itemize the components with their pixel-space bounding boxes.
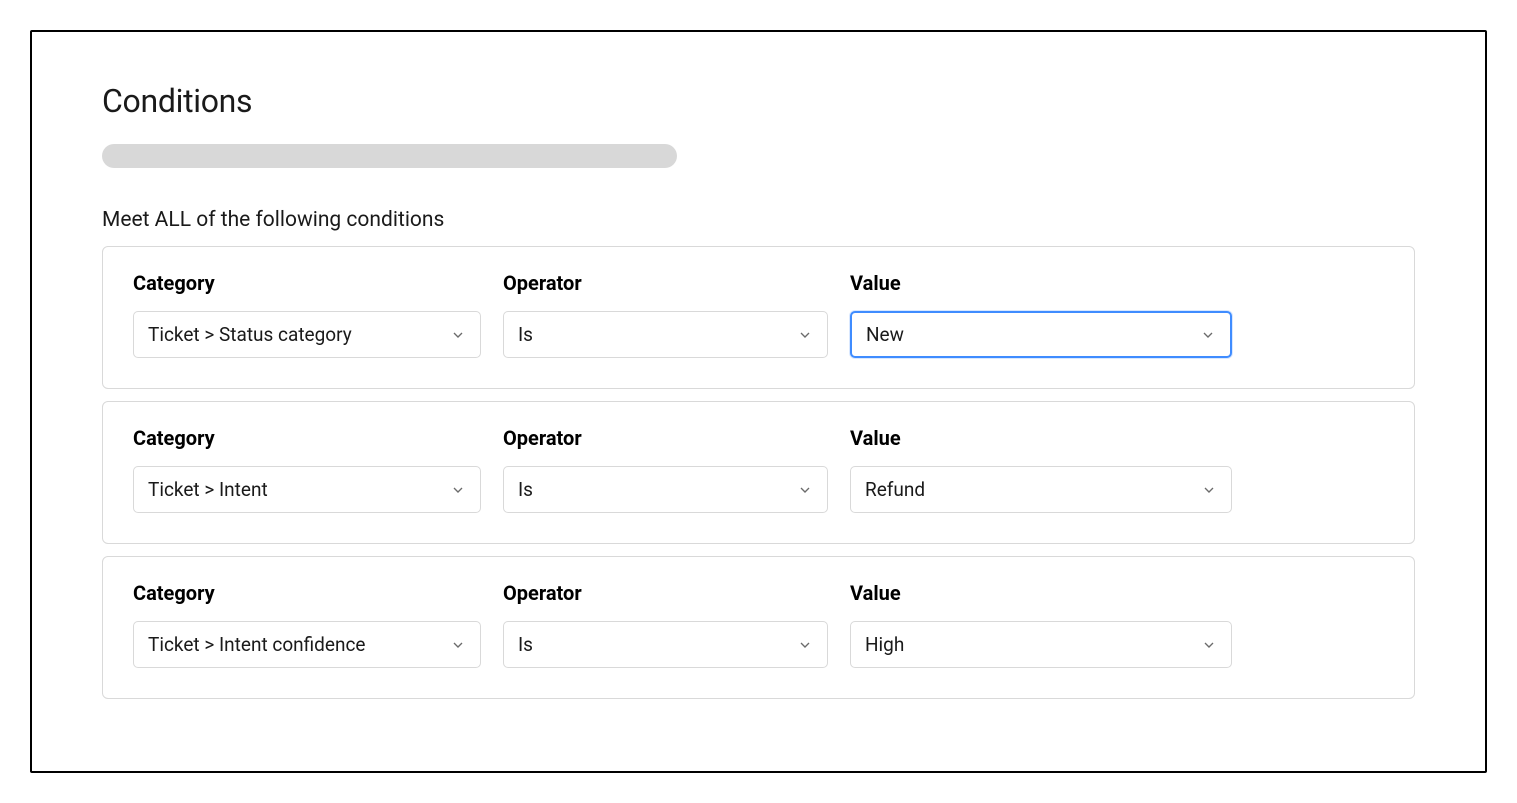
category-select[interactable]: Ticket > Intent [133, 466, 481, 513]
chevron-down-icon [797, 637, 813, 653]
description-placeholder [102, 144, 677, 168]
category-select-value: Ticket > Intent [148, 478, 268, 501]
operator-label: Operator [503, 271, 828, 295]
condition-row: Category Ticket > Intent confidence Oper… [102, 556, 1415, 699]
chevron-down-icon [1200, 327, 1216, 343]
operator-select[interactable]: Is [503, 311, 828, 358]
category-field-group: Category Ticket > Status category [133, 271, 481, 358]
value-select[interactable]: High [850, 621, 1232, 668]
operator-field-group: Operator Is [503, 426, 828, 513]
operator-label: Operator [503, 426, 828, 450]
value-label: Value [850, 426, 1232, 450]
condition-row: Category Ticket > Status category Operat… [102, 246, 1415, 389]
category-select-value: Ticket > Status category [148, 323, 352, 346]
operator-select-value: Is [518, 323, 533, 346]
chevron-down-icon [1201, 637, 1217, 653]
chevron-down-icon [797, 482, 813, 498]
value-field-group: Value New [850, 271, 1232, 358]
operator-select[interactable]: Is [503, 621, 828, 668]
category-field-group: Category Ticket > Intent confidence [133, 581, 481, 668]
chevron-down-icon [1201, 482, 1217, 498]
operator-select-value: Is [518, 478, 533, 501]
operator-select-value: Is [518, 633, 533, 656]
value-field-group: Value Refund [850, 426, 1232, 513]
operator-field-group: Operator Is [503, 271, 828, 358]
operator-label: Operator [503, 581, 828, 605]
category-label: Category [133, 581, 481, 605]
chevron-down-icon [797, 327, 813, 343]
category-select[interactable]: Ticket > Status category [133, 311, 481, 358]
conditions-panel: Conditions Meet ALL of the following con… [30, 30, 1487, 773]
conditions-subtitle: Meet ALL of the following conditions [102, 208, 1415, 232]
value-field-group: Value High [850, 581, 1232, 668]
value-label: Value [850, 271, 1232, 295]
value-select[interactable]: New [850, 311, 1232, 358]
category-select-value: Ticket > Intent confidence [148, 633, 365, 656]
value-label: Value [850, 581, 1232, 605]
category-label: Category [133, 271, 481, 295]
chevron-down-icon [450, 482, 466, 498]
value-select-value: High [865, 633, 904, 656]
category-field-group: Category Ticket > Intent [133, 426, 481, 513]
value-select[interactable]: Refund [850, 466, 1232, 513]
category-label: Category [133, 426, 481, 450]
chevron-down-icon [450, 327, 466, 343]
operator-select[interactable]: Is [503, 466, 828, 513]
condition-row: Category Ticket > Intent Operator Is Val… [102, 401, 1415, 544]
operator-field-group: Operator Is [503, 581, 828, 668]
value-select-value: Refund [865, 478, 925, 501]
value-select-value: New [866, 323, 904, 346]
category-select[interactable]: Ticket > Intent confidence [133, 621, 481, 668]
chevron-down-icon [450, 637, 466, 653]
page-title: Conditions [102, 82, 1415, 120]
